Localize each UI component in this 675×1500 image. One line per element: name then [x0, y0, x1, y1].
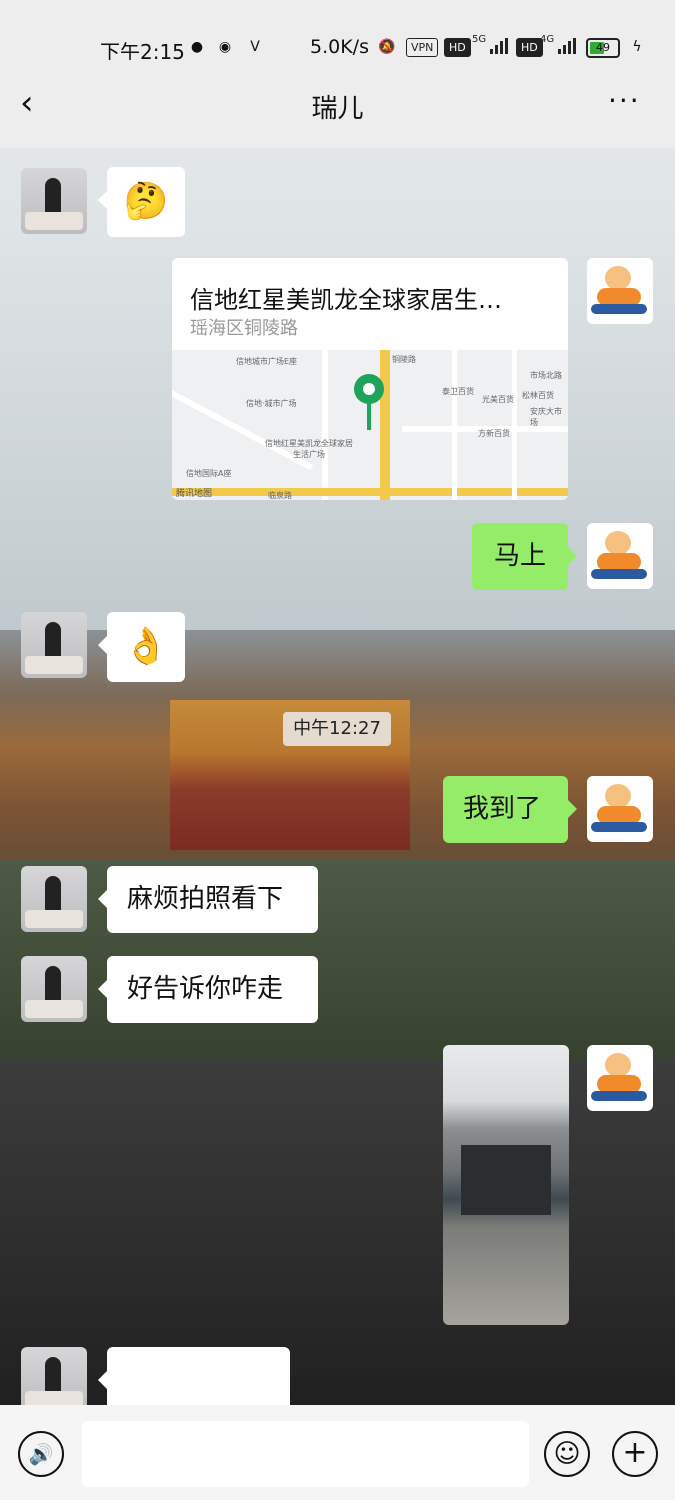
- app-v-icon: V: [250, 39, 260, 55]
- text-message[interactable]: [98, 1347, 290, 1414]
- image-message[interactable]: [443, 1045, 569, 1325]
- map-poi: 泰卫百货: [442, 387, 474, 396]
- map-poi: 方新百货: [478, 429, 510, 438]
- emoji-picker-icon[interactable]: ☺: [544, 1431, 590, 1477]
- map-poi: 安庆大市场: [530, 407, 562, 427]
- photo-gate: [461, 1145, 551, 1215]
- map-pin-icon: [354, 374, 384, 404]
- message-text: 我到了: [463, 794, 542, 824]
- map-poi: 信地·城市广场: [246, 399, 297, 408]
- message-timestamp: 中午12:27: [283, 712, 391, 746]
- message-text: 麻烦拍照看下: [127, 884, 284, 914]
- chrome-icon: ◉: [218, 39, 232, 55]
- input-bar: 🔊 ☺ +: [0, 1405, 675, 1500]
- my-avatar[interactable]: [587, 523, 653, 589]
- thinking-emoji-icon: 🤔: [123, 181, 169, 222]
- map-poi: 信地国际A座: [186, 469, 232, 478]
- page-title: 瑞儿: [311, 94, 364, 124]
- emoji-message[interactable]: 🤔: [98, 167, 185, 237]
- signal-label-1: 5G: [472, 34, 487, 45]
- message-text: 马上: [494, 541, 547, 571]
- text-message[interactable]: 马上: [472, 523, 577, 590]
- text-message[interactable]: 我到了: [443, 776, 577, 843]
- map-poi: 临泉路: [268, 491, 292, 500]
- battery-icon: 49: [586, 38, 620, 58]
- signal-bars-2-icon: [558, 38, 576, 54]
- ok-hand-emoji-icon: 👌: [123, 626, 169, 667]
- chat-header: ‹ 瑞儿 ···: [0, 60, 675, 148]
- map-poi: 市场北路: [530, 371, 562, 380]
- map-brand: 腾讯地图: [176, 489, 213, 499]
- contact-avatar[interactable]: [21, 168, 87, 234]
- more-actions-icon[interactable]: +: [612, 1431, 658, 1477]
- contact-avatar[interactable]: [21, 1347, 87, 1413]
- message-input[interactable]: [82, 1421, 529, 1487]
- hd-badge-1: HD: [444, 38, 471, 57]
- location-message[interactable]: 信地红星美凯龙全球家居生… 瑶海区铜陵路 信地城市广场E座 信地·城市广场 信地…: [172, 258, 568, 500]
- message-text: 好告诉你咋走: [127, 974, 284, 1004]
- signal-bars-1-icon: [490, 38, 508, 54]
- map-poi: 铜陵路: [392, 355, 416, 364]
- my-avatar[interactable]: [587, 776, 653, 842]
- more-options-icon[interactable]: ···: [608, 84, 641, 117]
- charging-icon: ϟ: [632, 39, 642, 55]
- map-poi: 松林百货: [522, 391, 554, 400]
- map-poi: 信地城市广场E座: [236, 357, 298, 366]
- chat-background: [0, 0, 675, 1500]
- map-poi: 信地红星美凯龙全球家居生活广场: [265, 439, 353, 459]
- text-message[interactable]: 好告诉你咋走: [98, 956, 318, 1023]
- location-title: 信地红星美凯龙全球家居生…: [190, 286, 502, 314]
- location-address: 瑶海区铜陵路: [190, 318, 298, 339]
- map-pin-stem: [367, 402, 371, 430]
- qq-icon: ●: [190, 39, 204, 55]
- emoji-message[interactable]: 👌: [98, 612, 185, 682]
- hd-badge-2: HD: [516, 38, 543, 57]
- mute-bell-icon: 🔕: [378, 39, 396, 55]
- background-crowd: [0, 1060, 675, 1420]
- contact-avatar[interactable]: [21, 956, 87, 1022]
- network-speed: 5.0K/s: [310, 36, 369, 58]
- voice-input-icon[interactable]: 🔊: [18, 1431, 64, 1477]
- my-avatar[interactable]: [587, 1045, 653, 1111]
- contact-avatar[interactable]: [21, 612, 87, 678]
- signal-label-2: 4G: [540, 34, 555, 45]
- contact-avatar[interactable]: [21, 866, 87, 932]
- my-avatar[interactable]: [587, 258, 653, 324]
- text-message[interactable]: 麻烦拍照看下: [98, 866, 318, 933]
- battery-percent: 49: [596, 41, 610, 54]
- map-poi: 光美百货: [482, 395, 514, 404]
- vpn-badge: VPN: [406, 38, 439, 57]
- location-map[interactable]: 信地城市广场E座 信地·城市广场 信地国际A座 信地红星美凯龙全球家居生活广场 …: [172, 350, 568, 500]
